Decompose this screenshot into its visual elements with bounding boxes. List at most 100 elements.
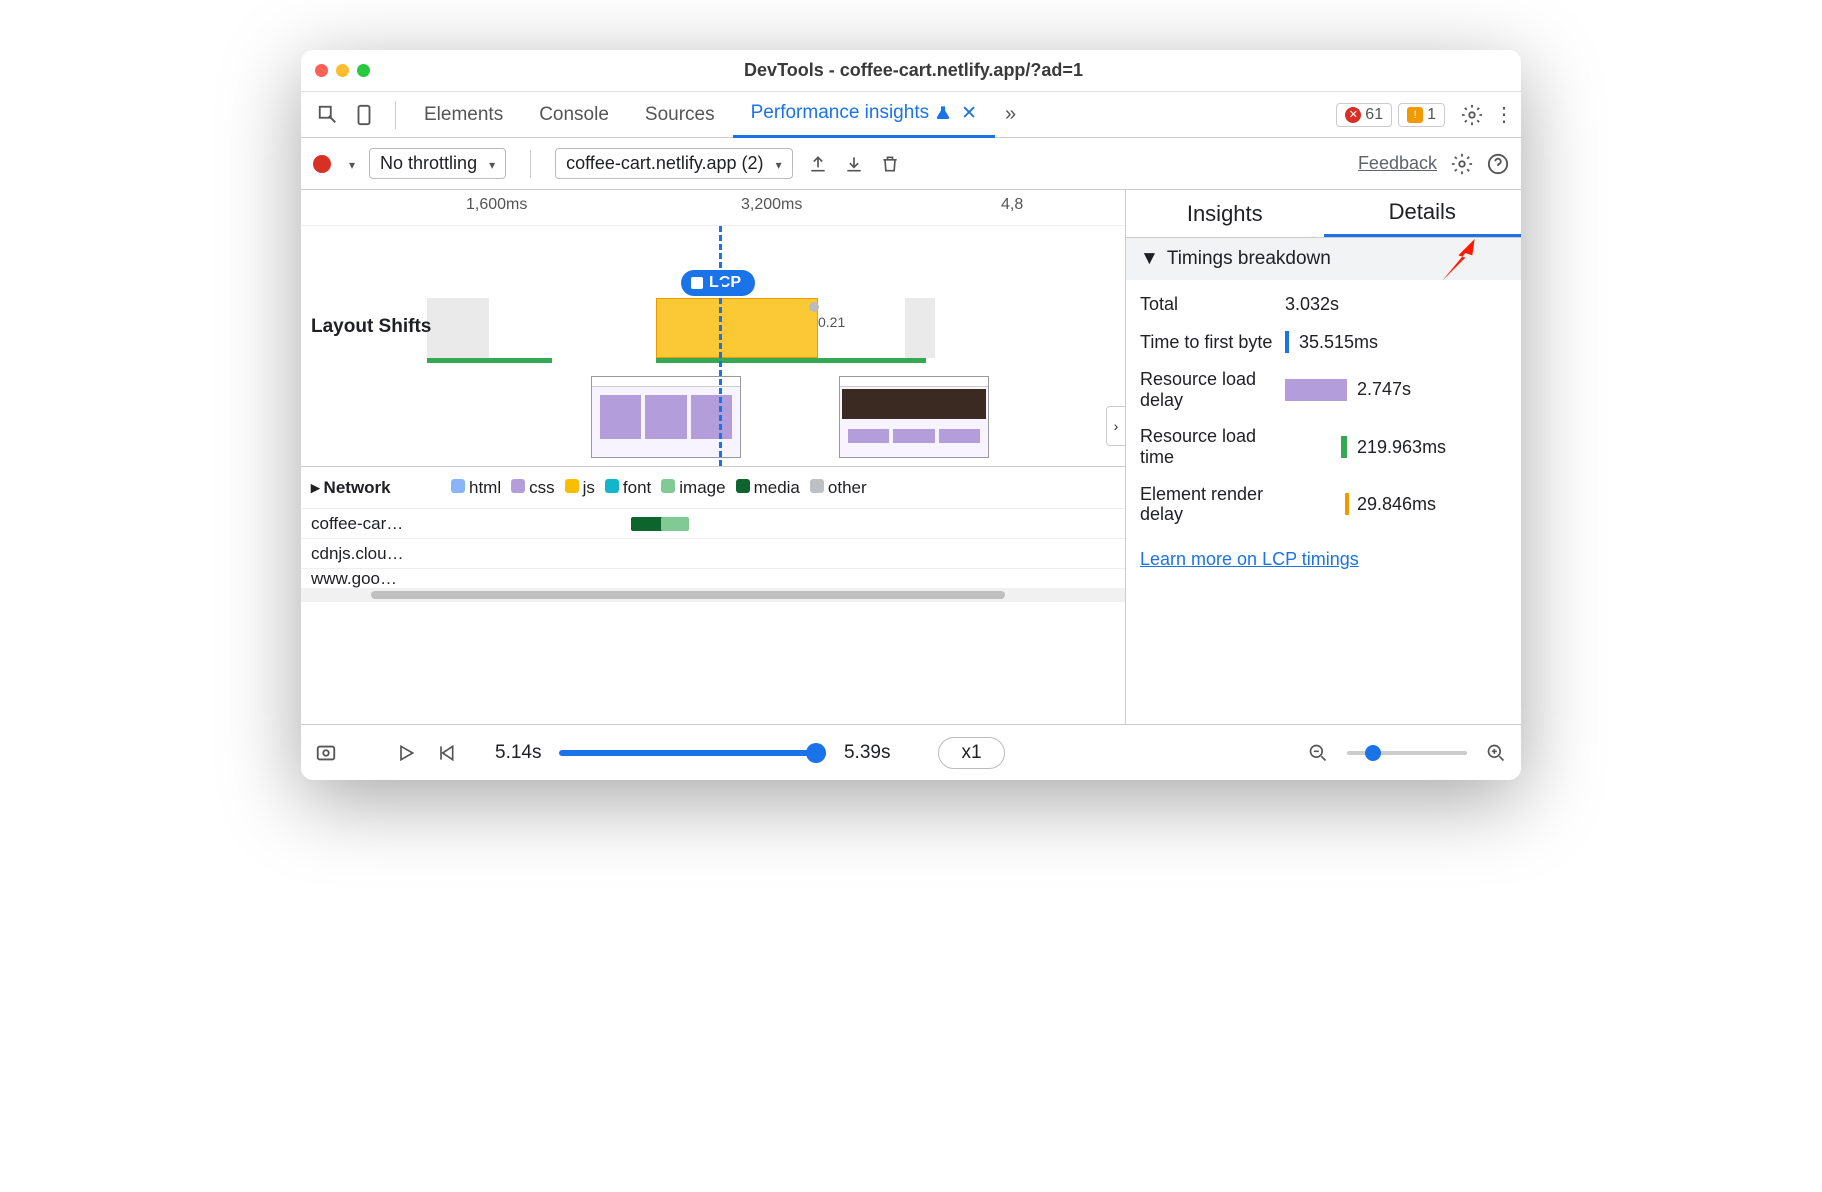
learn-more-link[interactable]: Learn more on LCP timings (1140, 549, 1359, 569)
timings-list: Total 3.032s Time to first byte 35.515ms… (1126, 280, 1521, 539)
delete-icon[interactable] (879, 153, 901, 175)
total-time: 5.39s (844, 742, 890, 764)
zoom-out-icon[interactable] (1307, 742, 1329, 764)
lcp-marker[interactable]: LCP (681, 270, 755, 296)
timing-bar (1285, 379, 1347, 401)
zoom-in-icon[interactable] (1485, 742, 1507, 764)
titlebar: DevTools - coffee-cart.netlify.app/?ad=1 (301, 50, 1521, 92)
disclosure-triangle-icon: ▼ (1140, 248, 1159, 270)
timings-breakdown-header[interactable]: ▼ Timings breakdown (1126, 238, 1521, 280)
playback-bar: 5.14s 5.39s x1 (301, 724, 1521, 780)
network-toggle[interactable]: ▸ Network (311, 478, 441, 498)
device-toggle-icon[interactable] (353, 104, 375, 126)
timeline-pane: 1,600ms 3,200ms 4,8 LCP 0.21 Layout Shif… (301, 190, 1126, 724)
tab-label: Performance insights (751, 102, 929, 124)
feedback-link[interactable]: Feedback (1358, 153, 1437, 174)
record-button[interactable] (313, 155, 331, 173)
tick-label: 1,600ms (466, 196, 527, 214)
legend-media: media (736, 478, 800, 498)
error-icon: ✕ (1345, 107, 1361, 123)
flask-icon (935, 105, 951, 121)
kebab-menu-icon[interactable]: ⋮ (1493, 104, 1515, 126)
import-icon[interactable] (843, 153, 865, 175)
tab-performance-insights[interactable]: Performance insights ✕ (733, 92, 995, 138)
playhead-line[interactable] (719, 226, 722, 466)
ls-bar (427, 358, 552, 363)
network-row[interactable]: www.goo… (301, 568, 1125, 588)
playback-slider[interactable] (559, 750, 825, 756)
timeline-ruler[interactable]: 1,600ms 3,200ms 4,8 (301, 190, 1125, 226)
timing-ttfb: Time to first byte 35.515ms (1140, 323, 1507, 361)
toggle-overlay-icon[interactable] (315, 742, 337, 764)
inspect-icon[interactable] (317, 104, 339, 126)
insights-tab[interactable]: Insights (1126, 190, 1324, 237)
legend-html: html (451, 478, 501, 498)
timing-element-render-delay: Element render delay 29.846ms (1140, 476, 1507, 533)
error-badge[interactable]: ✕ 61 (1336, 103, 1392, 127)
timing-resource-load-time: Resource load time 219.963ms (1140, 418, 1507, 475)
network-host: www.goo… (311, 569, 441, 589)
throttling-value: No throttling (380, 153, 477, 174)
tab-sources[interactable]: Sources (627, 92, 733, 138)
timing-bar (1345, 493, 1349, 515)
speed-select[interactable]: x1 (938, 737, 1004, 769)
tabs-overflow-button[interactable]: » (995, 103, 1026, 126)
close-tab-icon[interactable]: ✕ (961, 102, 977, 125)
legend-image: image (661, 478, 725, 498)
throttling-select[interactable]: No throttling (369, 148, 506, 179)
help-icon[interactable] (1487, 153, 1509, 175)
current-time: 5.14s (495, 742, 541, 764)
tab-console[interactable]: Console (521, 92, 627, 138)
page-select-value: coffee-cart.netlify.app (2) (566, 153, 763, 174)
tab-elements[interactable]: Elements (406, 92, 521, 138)
timeline-body[interactable]: LCP 0.21 Layout Shifts › (301, 226, 1125, 466)
export-icon[interactable] (807, 153, 829, 175)
close-window-icon[interactable] (315, 64, 328, 77)
details-tab[interactable]: Details (1324, 190, 1522, 237)
legend-js: js (565, 478, 595, 498)
details-pane: Insights Details ▼ Timings breakdown Tot… (1126, 190, 1521, 724)
network-host: coffee-car… (311, 514, 441, 534)
network-bar (661, 517, 689, 531)
tick-label: 4,8 (1001, 196, 1023, 214)
expand-right-pane-button[interactable]: › (1106, 406, 1126, 446)
zoom-slider[interactable] (1347, 751, 1467, 755)
horizontal-scrollbar[interactable] (301, 588, 1125, 602)
maximize-window-icon[interactable] (357, 64, 370, 77)
error-count: 61 (1365, 106, 1383, 124)
legend-font: font (605, 478, 651, 498)
timing-bar (1285, 331, 1289, 353)
ls-bar (656, 358, 926, 363)
network-row[interactable]: coffee-car… (301, 508, 1125, 538)
learn-more: Learn more on LCP timings (1126, 539, 1521, 580)
minimize-window-icon[interactable] (336, 64, 349, 77)
section-title: Timings breakdown (1167, 248, 1331, 270)
panel-toolbar: No throttling coffee-cart.netlify.app (2… (301, 138, 1521, 190)
rewind-icon[interactable] (435, 742, 457, 764)
warning-count: 1 (1427, 106, 1436, 124)
annotation-arrow-icon (1435, 232, 1491, 288)
timeline-js-block[interactable] (656, 298, 818, 358)
play-icon[interactable] (395, 742, 417, 764)
tick-label: 3,200ms (741, 196, 802, 214)
network-host: cdnjs.clou… (311, 544, 441, 564)
window-title: DevTools - coffee-cart.netlify.app/?ad=1 (378, 60, 1449, 81)
gear-icon[interactable] (1461, 104, 1483, 126)
network-row[interactable]: cdnjs.clou… (301, 538, 1125, 568)
window-controls (315, 64, 370, 77)
page-select[interactable]: coffee-cart.netlify.app (2) (555, 148, 792, 179)
warning-icon: ! (1407, 107, 1423, 123)
devtools-tabbar: Elements Console Sources Performance ins… (301, 92, 1521, 138)
legend-css: css (511, 478, 555, 498)
legend-other: other (810, 478, 867, 498)
warning-badge[interactable]: ! 1 (1398, 103, 1445, 127)
timing-total: Total 3.032s (1140, 286, 1507, 323)
filmstrip-thumb[interactable] (839, 376, 989, 458)
cls-marker[interactable] (809, 302, 819, 312)
network-section-header: ▸ Network html css js font image media o… (301, 466, 1125, 508)
record-dropdown[interactable] (345, 153, 355, 174)
timeline-block[interactable] (905, 298, 935, 358)
panel-gear-icon[interactable] (1451, 153, 1473, 175)
layout-shifts-label: Layout Shifts (311, 316, 441, 339)
timing-resource-load-delay: Resource load delay 2.747s (1140, 361, 1507, 418)
